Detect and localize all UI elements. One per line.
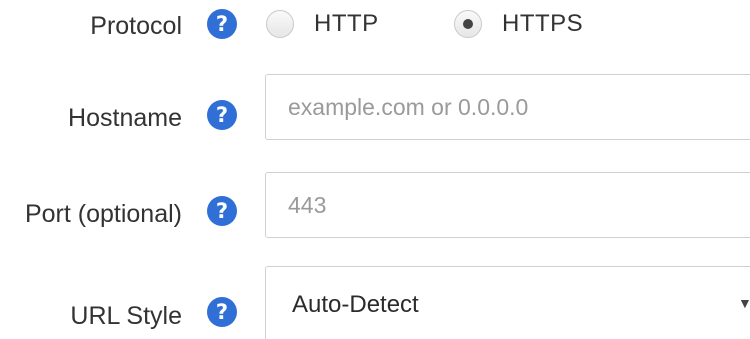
protocol-label: Protocol	[90, 12, 182, 40]
protocol-row: Protocol ? HTTP HTTPS	[0, 0, 750, 52]
hostname-input[interactable]	[266, 75, 748, 139]
protocol-http-radio[interactable]: HTTP	[266, 10, 379, 38]
port-help-icon[interactable]: ?	[207, 196, 237, 226]
endpoint-form: Protocol ? HTTP HTTPS Hostname ? Port (o…	[0, 0, 750, 339]
port-input[interactable]	[266, 173, 748, 237]
hostname-row: Hostname ?	[0, 73, 750, 141]
port-field	[265, 172, 750, 238]
url-style-selected-value: Auto-Detect	[292, 291, 419, 318]
url-style-label: URL Style	[70, 302, 182, 330]
url-style-select[interactable]: Auto-Detect ▼	[265, 266, 750, 339]
hostname-field	[265, 74, 750, 140]
radio-unchecked-icon	[266, 10, 294, 38]
protocol-https-radio[interactable]: HTTPS	[454, 10, 583, 38]
protocol-http-label: HTTP	[314, 10, 379, 37]
hostname-help-icon[interactable]: ?	[207, 100, 237, 130]
protocol-help-icon[interactable]: ?	[207, 9, 237, 39]
caret-down-icon: ▼	[738, 295, 750, 311]
url-style-help-icon[interactable]: ?	[207, 297, 237, 327]
port-label: Port (optional)	[24, 200, 182, 228]
radio-checked-icon	[454, 10, 482, 38]
url-style-row: URL Style ? Auto-Detect ▼	[0, 266, 750, 339]
port-row: Port (optional) ?	[0, 172, 750, 240]
hostname-label: Hostname	[68, 104, 182, 132]
protocol-https-label: HTTPS	[502, 10, 584, 37]
